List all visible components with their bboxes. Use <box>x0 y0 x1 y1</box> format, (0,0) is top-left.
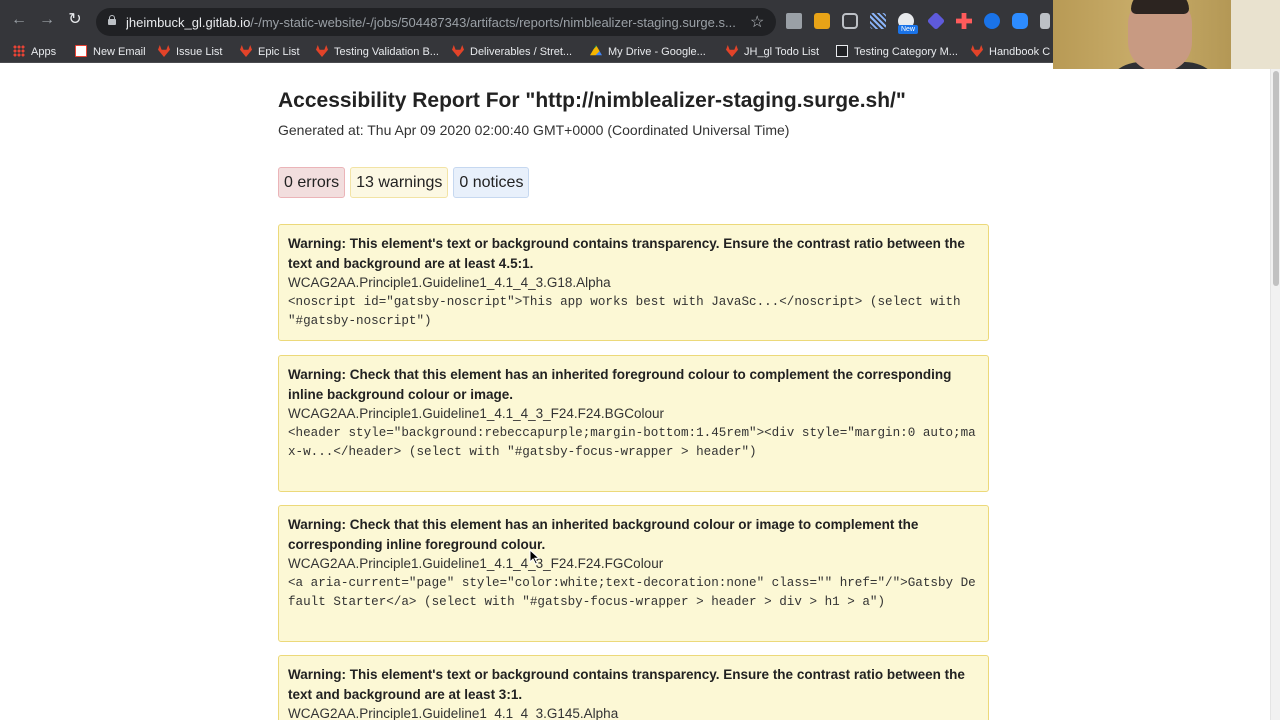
bookmark-issue-list[interactable]: Issue List <box>158 44 222 60</box>
issue-message: Warning: Check that this element has an … <box>288 367 952 402</box>
pattern-extension-icon[interactable] <box>870 13 886 29</box>
issue-code: WCAG2AA.Principle1.Guideline1_4.1_4_3.G1… <box>288 275 611 291</box>
zoom-extension-icon[interactable] <box>1012 13 1028 29</box>
issue-card: Warning: Check that this element has an … <box>278 505 989 642</box>
google-drive-icon <box>590 45 602 56</box>
gitlab-icon <box>316 45 328 57</box>
gitlab-icon <box>726 45 738 57</box>
reload-icon[interactable]: ↻ <box>66 11 84 29</box>
gitlab-icon <box>452 45 464 57</box>
gitlab-icon <box>971 45 983 57</box>
bookmark-label: Epic List <box>258 46 300 58</box>
generated-timestamp: Generated at: Thu Apr 09 2020 02:00:40 G… <box>278 122 790 138</box>
bookmark-handbook[interactable]: Handbook C <box>971 44 1050 60</box>
url-path: /-/my-static-website/-/jobs/504487343/ar… <box>250 15 736 30</box>
bookmark-label: Handbook C <box>989 46 1051 58</box>
forward-arrow-icon[interactable]: → <box>38 11 56 29</box>
issue-counts: 0 errors 13 warnings 0 notices <box>278 167 530 198</box>
url-host: jheimbuck_gl.gitlab.io <box>126 15 251 30</box>
bookmark-epic-list[interactable]: Epic List <box>240 44 300 60</box>
errors-count-badge[interactable]: 0 errors <box>278 167 346 198</box>
dropbox-extension-icon[interactable] <box>786 13 802 29</box>
issue-message: Warning: This element's text or backgrou… <box>288 667 965 702</box>
gmail-icon <box>75 45 87 57</box>
bookmark-todo-list[interactable]: JH_gl Todo List <box>726 44 819 60</box>
issue-card: Warning: This element's text or backgrou… <box>278 655 989 720</box>
bookmark-testing-category[interactable]: Testing Category M... <box>836 44 958 60</box>
back-arrow-icon[interactable]: ← <box>10 11 28 29</box>
issue-context: <noscript id="gatsby-noscript">This app … <box>288 294 969 329</box>
page-scrollbar[interactable] <box>1270 69 1280 720</box>
issue-context: <header style="background:rebeccapurple;… <box>288 425 976 460</box>
window-extension-icon[interactable] <box>1040 13 1050 29</box>
gitlab-icon <box>158 45 170 57</box>
bookmark-label: JH_gl Todo List <box>744 46 820 58</box>
circle-extension-icon[interactable] <box>984 13 1000 29</box>
issue-code: WCAG2AA.Principle1.Guideline1_4.1_4_3.G1… <box>288 706 619 720</box>
plus-extension-icon[interactable] <box>956 13 972 29</box>
bookmark-label: My Drive - Google... <box>608 46 706 58</box>
lock-icon <box>108 15 116 25</box>
bookmark-label: Testing Validation B... <box>334 46 439 58</box>
bookmark-my-drive[interactable]: My Drive - Google... <box>590 44 706 60</box>
honey-extension-icon[interactable] <box>814 13 830 29</box>
presenter-hair <box>1131 0 1189 14</box>
bookmark-new-email[interactable]: New Email <box>75 44 146 60</box>
bookmark-label: Testing Category M... <box>854 46 958 58</box>
url-text[interactable]: jheimbuck_gl.gitlab.io/-/my-static-websi… <box>126 15 736 30</box>
issue-card: Warning: This element's text or backgrou… <box>278 224 989 341</box>
scrollbar-thumb[interactable] <box>1273 71 1279 286</box>
flag-icon <box>836 45 848 57</box>
bookmark-testing-validation[interactable]: Testing Validation B... <box>316 44 439 60</box>
diamond-extension-icon[interactable] <box>926 11 946 31</box>
bookmark-deliverables[interactable]: Deliverables / Stret... <box>452 44 572 60</box>
issue-code: WCAG2AA.Principle1.Guideline1_4.1_4_3_F2… <box>288 556 664 572</box>
issue-code: WCAG2AA.Principle1.Guideline1_4.1_4_3_F2… <box>288 406 664 422</box>
report-page: Accessibility Report For "http://nimblea… <box>0 69 1270 720</box>
bookmark-label: Issue List <box>176 46 223 58</box>
pocket-extension-icon[interactable] <box>842 13 858 29</box>
warnings-count-badge[interactable]: 13 warnings <box>350 167 449 198</box>
mouse-cursor-icon <box>529 549 541 565</box>
page-title: Accessibility Report For "http://nimblea… <box>278 89 906 112</box>
notices-count-badge[interactable]: 0 notices <box>453 167 530 198</box>
issue-message: Warning: Check that this element has an … <box>288 517 919 552</box>
issue-message: Warning: This element's text or backgrou… <box>288 236 965 271</box>
bookmark-apps[interactable]: Apps <box>13 44 56 60</box>
bookmark-label: New Email <box>93 46 146 58</box>
new-badge: New <box>898 25 918 34</box>
issue-context: <a aria-current="page" style="color:whit… <box>288 575 976 610</box>
address-bar[interactable]: jheimbuck_gl.gitlab.io/-/my-static-websi… <box>96 8 776 36</box>
bookmark-label: Apps <box>31 46 57 58</box>
apps-icon <box>13 45 25 57</box>
bookmark-star-icon[interactable]: ☆ <box>750 12 764 32</box>
gitlab-icon <box>240 45 252 57</box>
issue-card: Warning: Check that this element has an … <box>278 355 989 492</box>
bookmark-label: Deliverables / Stret... <box>470 46 573 58</box>
